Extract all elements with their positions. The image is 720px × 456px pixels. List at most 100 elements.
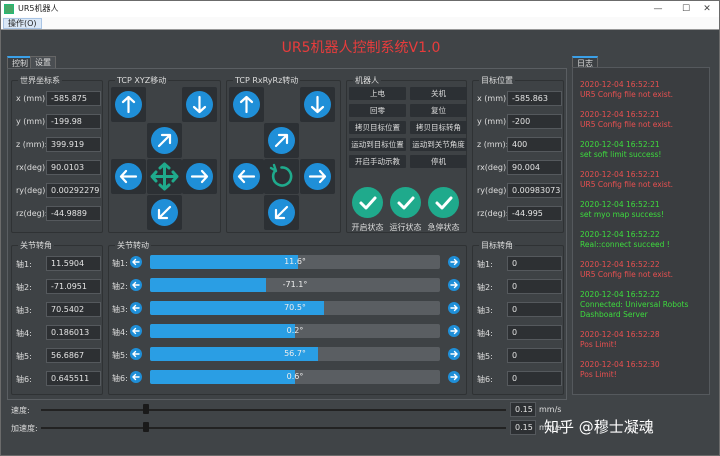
robot-button-8[interactable]: 运动到关节角度 <box>410 138 467 151</box>
robot-button-1[interactable]: 上电 <box>349 87 406 100</box>
minimize-button[interactable]: — <box>644 1 672 17</box>
tcp-rxyz-title: TCP RxRyRz转动 <box>233 75 301 86</box>
rxyz-down-button[interactable] <box>300 87 335 122</box>
world-label-6: rz(deg): <box>16 209 48 218</box>
joint-angles-title: 关节转角 <box>18 240 54 251</box>
xyz-left-button[interactable] <box>111 159 146 194</box>
log-time-10: 2020-12-04 16:52:30 <box>580 360 660 369</box>
log-time-3: 2020-12-04 16:52:21 <box>580 140 660 149</box>
joint-5-decrease-button[interactable] <box>130 348 142 360</box>
log-time-2: 2020-12-04 16:52:21 <box>580 110 660 119</box>
robot-button-3[interactable]: 回零 <box>349 104 406 117</box>
joint-2-increase-button[interactable] <box>448 279 460 291</box>
speed-slider-handle[interactable] <box>143 404 150 414</box>
world-value-1[interactable]: -585.875 <box>46 91 101 106</box>
accel-slider-handle[interactable] <box>143 422 150 432</box>
rxyz-left-button[interactable] <box>229 159 264 194</box>
robot-button-7[interactable]: 运动到目标位置 <box>349 138 406 151</box>
robot-button-4[interactable]: 复位 <box>410 104 467 117</box>
close-button[interactable]: ✕ <box>693 1 720 17</box>
world-value-4[interactable]: 90.0103 <box>46 160 101 175</box>
joint-2-progress[interactable]: -71.1° <box>150 278 440 292</box>
target-value-6[interactable]: -44.995 <box>507 206 562 221</box>
log-message-9: Pos Limit! <box>580 340 617 349</box>
joint-rotate-label-5: 轴5: <box>112 351 128 360</box>
joint-4-decrease-button[interactable] <box>130 325 142 337</box>
joint-5-progress[interactable]: 56.7° <box>150 347 440 361</box>
target_angles-label-3: 轴3: <box>477 306 493 315</box>
watermark: 知乎 @穆士凝魂 <box>544 418 654 436</box>
target-value-5[interactable]: 0.00983073 <box>507 183 562 198</box>
world-value-6[interactable]: -44.9889 <box>46 206 101 221</box>
joint_angles-value-1[interactable]: 11.5904 <box>46 256 101 271</box>
joint-4-increase-button[interactable] <box>448 325 460 337</box>
joint_angles-value-5[interactable]: 56.6867 <box>46 348 101 363</box>
log-message-4: UR5 Config file not exist. <box>580 180 674 189</box>
target-value-1[interactable]: -585.863 <box>507 91 562 106</box>
xyz-down-button[interactable] <box>182 87 217 122</box>
xyz-move-button[interactable] <box>147 159 182 194</box>
joint-2-decrease-button[interactable] <box>130 279 142 291</box>
joint-6-progress[interactable]: 0.6° <box>150 370 440 384</box>
joint-1-decrease-button[interactable] <box>130 256 142 268</box>
log-message-7: UR5 Config file not exist. <box>580 270 674 279</box>
target-value-4[interactable]: 90.004 <box>507 160 562 175</box>
target_angles-value-1[interactable]: 0 <box>507 256 562 271</box>
target-label-6: rz(deg): <box>477 209 509 218</box>
arrow-sw-icon <box>268 199 295 226</box>
target_angles-value-4[interactable]: 0 <box>507 325 562 340</box>
arrow-up-icon <box>115 91 142 118</box>
joint_angles-value-6[interactable]: 0.645511 <box>46 371 101 386</box>
speed-slider-track[interactable] <box>41 409 506 411</box>
rxyz-up-button[interactable] <box>229 87 264 122</box>
log-time-7: 2020-12-04 16:52:22 <box>580 260 660 269</box>
joint-3-increase-button[interactable] <box>448 302 460 314</box>
joint_angles-value-2[interactable]: -71.0951 <box>46 279 101 294</box>
rxyz-forward-button[interactable] <box>264 123 299 158</box>
joint-rotate-label-1: 轴1: <box>112 259 128 268</box>
rxyz-right-button[interactable] <box>300 159 335 194</box>
menu-ops[interactable]: 操作(O) <box>3 18 42 29</box>
tab-settings[interactable]: 设置 <box>30 56 56 68</box>
rxyz-back-button[interactable] <box>264 195 299 230</box>
joint-3-progress[interactable]: 70.5° <box>150 301 440 315</box>
target-value-2[interactable]: -200 <box>507 114 562 129</box>
xyz-forward-button[interactable] <box>147 123 182 158</box>
robot-button-5[interactable]: 拷贝目标位置 <box>349 121 406 134</box>
joint-6-decrease-button[interactable] <box>130 371 142 383</box>
xyz-right-button[interactable] <box>182 159 217 194</box>
world-value-3[interactable]: 399.919 <box>46 137 101 152</box>
xyz-back-button[interactable] <box>147 195 182 230</box>
robot-button-10[interactable]: 停机 <box>410 155 467 168</box>
target_angles-value-5[interactable]: 0 <box>507 348 562 363</box>
robot-button-9[interactable]: 开启手动示教 <box>349 155 406 168</box>
target_angles-value-2[interactable]: 0 <box>507 279 562 294</box>
robot-button-2[interactable]: 关机 <box>410 87 467 100</box>
world-value-5[interactable]: 0.00292279 <box>46 183 101 198</box>
target-value-3[interactable]: 400 <box>507 137 562 152</box>
accel-slider-track[interactable] <box>41 427 506 429</box>
world-value-2[interactable]: -199.98 <box>46 114 101 129</box>
target_angles-value-6[interactable]: 0 <box>507 371 562 386</box>
xyz-up-button[interactable] <box>111 87 146 122</box>
target_angles-label-5: 轴5: <box>477 352 493 361</box>
joint-6-increase-button[interactable] <box>448 371 460 383</box>
log-panel[interactable]: 2020-12-04 16:52:21 UR5 Config file not e… <box>572 67 710 395</box>
robot-button-6[interactable]: 拷贝目标转角 <box>410 121 467 134</box>
log-time-5: 2020-12-04 16:52:21 <box>580 200 660 209</box>
joint-4-progress[interactable]: 0.2° <box>150 324 440 338</box>
target_angles-value-3[interactable]: 0 <box>507 302 562 317</box>
rxyz-rotate-button[interactable] <box>264 159 299 194</box>
status-3-check-icon <box>428 187 459 218</box>
joint-1-progress[interactable]: 11.6° <box>150 255 440 269</box>
joint_angles-value-3[interactable]: 70.5402 <box>46 302 101 317</box>
joint-5-increase-button[interactable] <box>448 348 460 360</box>
joint-1-increase-button[interactable] <box>448 256 460 268</box>
arrow-down-icon <box>304 91 331 118</box>
world-label-5: ry(deg): <box>16 186 49 195</box>
joint-3-decrease-button[interactable] <box>130 302 142 314</box>
speed-value[interactable]: 0.15 <box>510 402 536 417</box>
rotate-icon <box>264 159 299 196</box>
accel-value[interactable]: 0.15 <box>510 420 536 435</box>
joint_angles-value-4[interactable]: 0.186013 <box>46 325 101 340</box>
